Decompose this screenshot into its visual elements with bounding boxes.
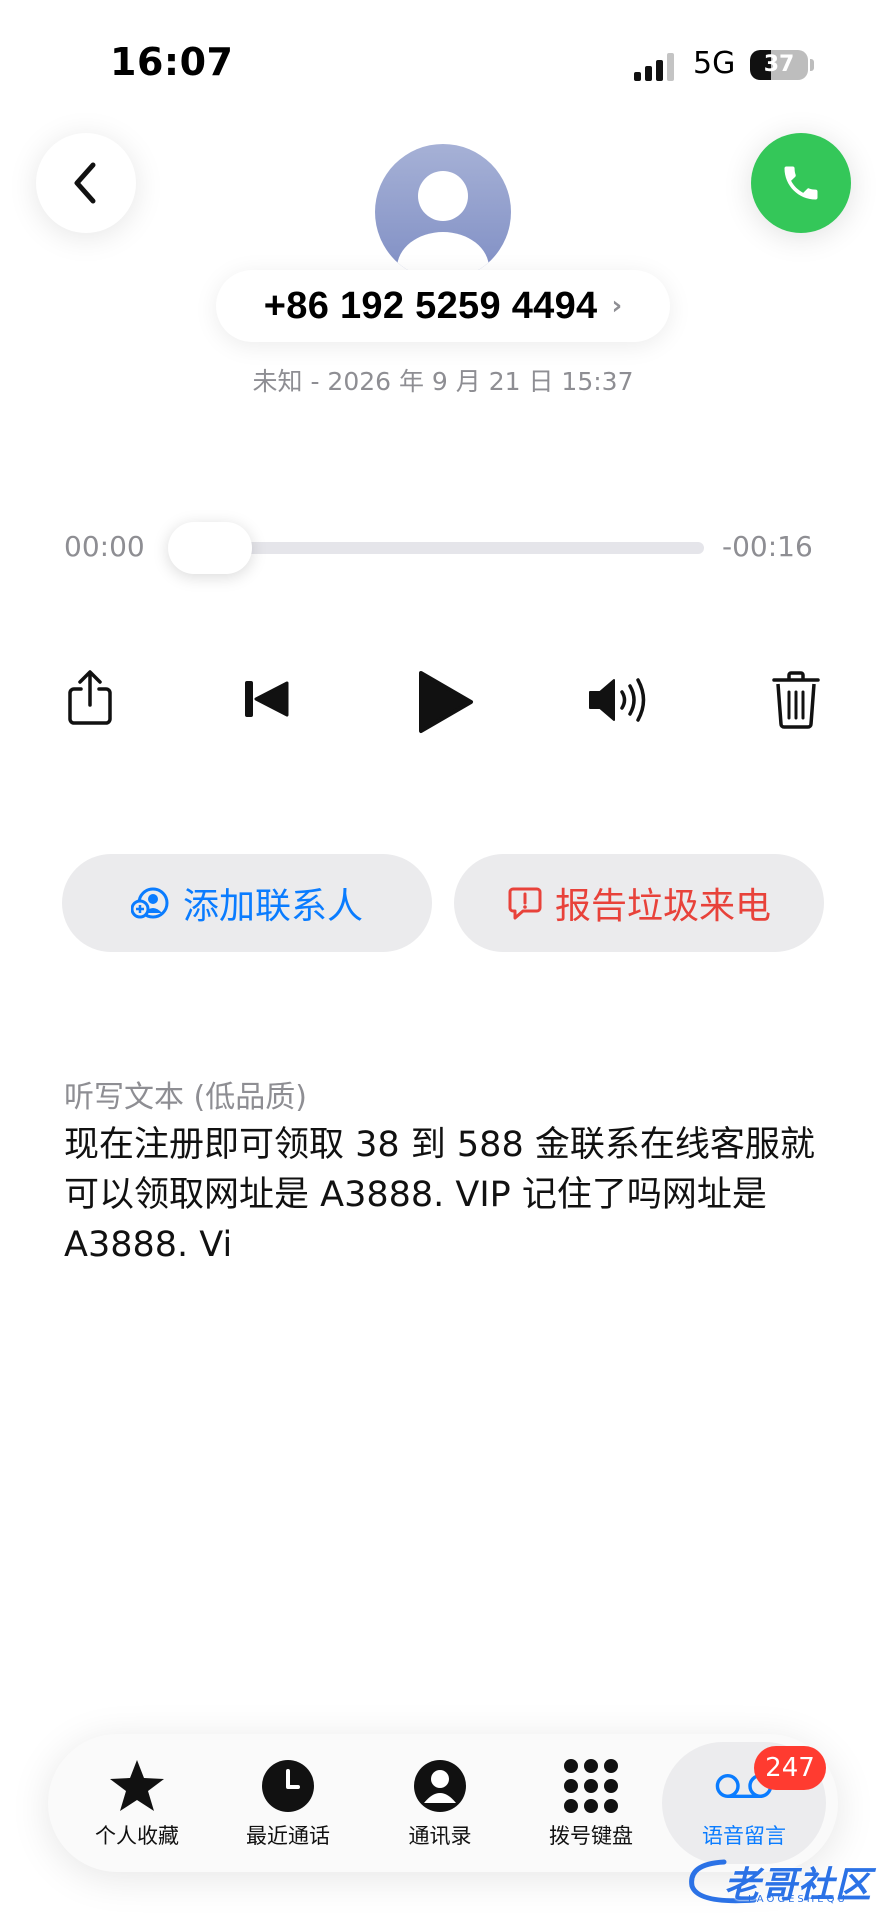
phone-number: +86 192 5259 4494 xyxy=(263,284,598,327)
play-button[interactable] xyxy=(410,664,480,740)
network-type: 5G xyxy=(693,46,736,81)
battery-nub xyxy=(810,59,814,71)
chevron-left-icon xyxy=(74,162,96,204)
transcript-text: 现在注册即可领取 38 到 588 金联系在线客服就可以领取网址是 A3888.… xyxy=(64,1125,815,1265)
call-button[interactable] xyxy=(751,133,851,233)
trash-icon xyxy=(772,671,820,729)
remaining-time: -00:16 xyxy=(722,530,813,563)
clock-icon xyxy=(258,1756,318,1816)
tab-keypad-label: 拨号键盘 xyxy=(549,1824,633,1848)
phone-icon xyxy=(784,166,818,200)
tab-contacts-label: 通讯录 xyxy=(408,1824,472,1848)
status-time: 16:07 xyxy=(110,40,234,84)
share-button[interactable] xyxy=(60,666,120,730)
report-spam-icon xyxy=(508,887,542,920)
person-silhouette-icon xyxy=(397,171,489,280)
add-contact-button[interactable]: 添加联系人 xyxy=(62,854,432,952)
share-icon xyxy=(68,670,112,725)
status-bar: 16:07 5G 37 xyxy=(0,0,886,110)
tab-favorites-label: 个人收藏 xyxy=(95,1824,179,1848)
elapsed-time: 00:00 xyxy=(64,530,145,563)
call-subtitle: 未知 - 2026 年 9 月 21 日 15:37 xyxy=(252,367,634,396)
speaker-button[interactable] xyxy=(584,672,656,728)
voicemail-badge: 247 xyxy=(754,1746,826,1790)
tab-contacts[interactable]: 通讯录 xyxy=(365,1734,515,1872)
tab-favorites[interactable]: 个人收藏 xyxy=(62,1734,212,1872)
skip-back-button[interactable] xyxy=(236,674,296,724)
report-spam-button[interactable]: 报告垃圾来电 xyxy=(454,854,824,952)
play-icon xyxy=(419,671,473,733)
watermark-logo: 老哥社区 LAOGESHEQU xyxy=(684,1852,884,1912)
back-button[interactable] xyxy=(36,133,136,233)
watermark-subtext: LAOGESHEQU xyxy=(748,1894,848,1905)
delete-button[interactable] xyxy=(770,668,822,732)
report-spam-label: 报告垃圾来电 xyxy=(554,886,771,927)
progress-thumb[interactable] xyxy=(168,522,252,574)
tab-recents-label: 最近通话 xyxy=(246,1824,330,1848)
add-contact-icon xyxy=(130,887,169,919)
tab-voicemail-label: 语音留言 xyxy=(702,1824,786,1848)
battery-icon: 37 xyxy=(750,50,808,80)
phone-number-pill[interactable]: +86 192 5259 4494 › xyxy=(216,270,670,342)
add-contact-label: 添加联系人 xyxy=(182,886,363,927)
skip-back-icon xyxy=(245,681,289,717)
signal-icon xyxy=(634,53,674,81)
tab-recents[interactable]: 最近通话 xyxy=(213,1734,363,1872)
chevron-right-icon: › xyxy=(611,291,623,321)
battery-percent: 37 xyxy=(763,52,795,77)
star-icon xyxy=(107,1756,167,1816)
keypad-icon xyxy=(561,1756,621,1816)
tab-keypad[interactable]: 拨号键盘 xyxy=(516,1734,666,1872)
transcript-title: 听写文本 (低品质) xyxy=(64,1080,307,1115)
person-icon xyxy=(410,1756,470,1816)
avatar xyxy=(375,144,511,280)
speaker-icon xyxy=(589,678,646,722)
